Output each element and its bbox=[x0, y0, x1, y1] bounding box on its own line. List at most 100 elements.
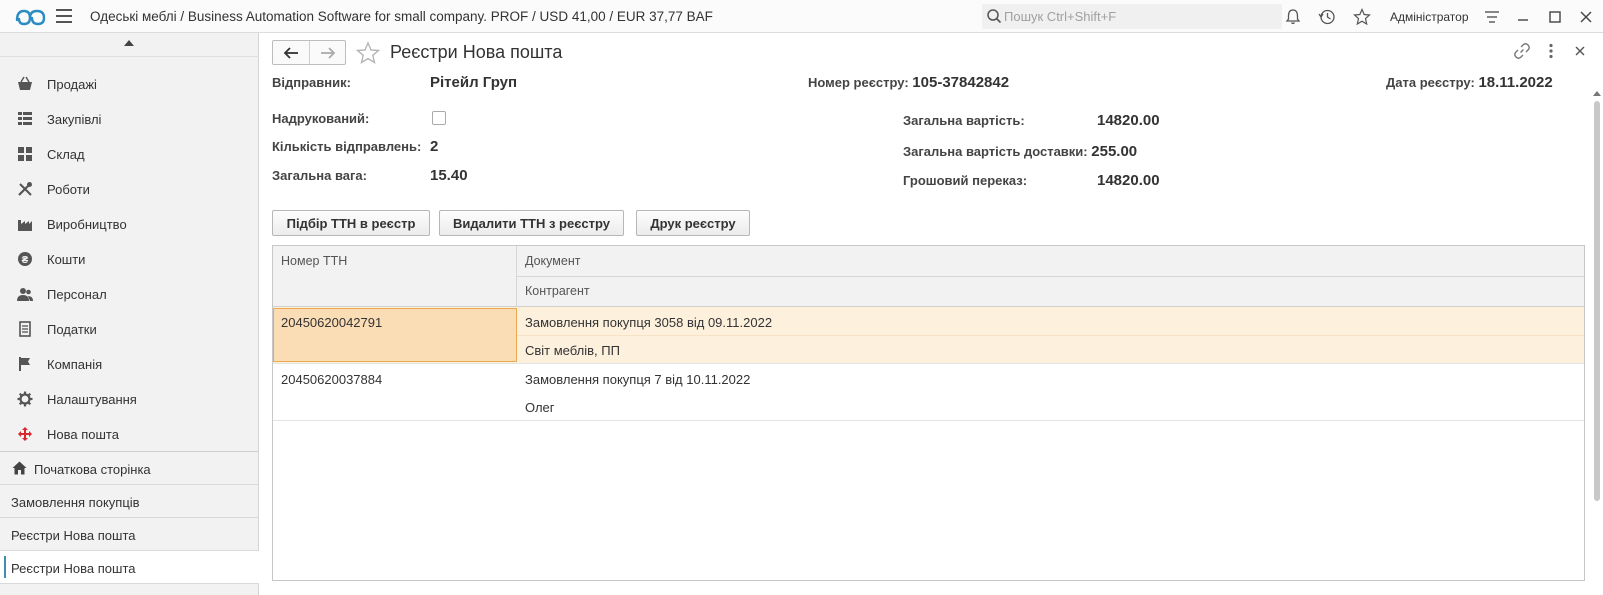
shipments-count-value: 2 bbox=[430, 138, 439, 155]
back-button[interactable] bbox=[273, 41, 309, 64]
current-user[interactable]: Адміністратор bbox=[1390, 10, 1469, 24]
total-cost-value-field: 14820.00 bbox=[1097, 112, 1160, 129]
open-window-customer-orders[interactable]: Замовлення покупців bbox=[0, 485, 259, 518]
home-icon bbox=[12, 461, 27, 475]
maximize-icon[interactable] bbox=[1546, 8, 1564, 26]
sidebar-item-taxes[interactable]: Податки bbox=[0, 312, 259, 347]
link-icon[interactable] bbox=[1513, 42, 1531, 60]
form-scrollbar[interactable] bbox=[1593, 91, 1601, 566]
registry-number-field: Номер реєстру: 105-37842842 bbox=[808, 74, 1009, 91]
printed-label: Надрукований: bbox=[272, 111, 370, 126]
open-window-registries[interactable]: Реєстри Нова пошта bbox=[0, 518, 259, 551]
page-title: Реєстри Нова пошта bbox=[390, 42, 563, 62]
search-box[interactable] bbox=[982, 4, 1282, 29]
delivery-cost-label: Загальна вартість доставки: bbox=[903, 144, 1088, 159]
table-row[interactable]: 20450620037884 Замовлення покупця 7 від … bbox=[273, 364, 1584, 421]
sidebar-item-label: Закупівлі bbox=[47, 112, 102, 127]
printed-checkbox[interactable] bbox=[432, 111, 446, 125]
registry-date-field: Дата реєстру: 18.11.2022 bbox=[1386, 74, 1553, 91]
open-window-registry-current[interactable]: Реєстри Нова пошта bbox=[0, 551, 259, 584]
bell-icon[interactable] bbox=[1284, 8, 1302, 26]
arrow-right-icon bbox=[320, 46, 335, 59]
close-form-icon[interactable] bbox=[1571, 42, 1589, 60]
minimize-icon[interactable] bbox=[1514, 8, 1532, 26]
pick-ttn-button[interactable]: Підбір ТТН в реєстр bbox=[272, 210, 430, 236]
sidebar-item-personnel[interactable]: Персонал bbox=[0, 277, 259, 312]
open-window-label: Реєстри Нова пошта bbox=[11, 528, 136, 543]
table-row[interactable]: 20450620042791 Замовлення покупця 3058 в… bbox=[273, 307, 1584, 364]
sidebar-item-label: Персонал bbox=[47, 287, 107, 302]
open-window-label: Реєстри Нова пошта bbox=[11, 561, 136, 576]
sidebar-item-label: Нова пошта bbox=[47, 427, 119, 442]
money-transfer-field: Грошовий переказ: bbox=[903, 173, 1027, 188]
printed-field: Надрукований: bbox=[272, 111, 369, 126]
column-header-document[interactable]: Документ bbox=[525, 254, 580, 268]
total-cost-value: 14820.00 bbox=[1097, 112, 1160, 129]
sidebar-item-label: Роботи bbox=[47, 182, 90, 197]
delivery-cost-field: Загальна вартість доставки: 255.00 bbox=[903, 143, 1137, 160]
total-cost-label: Загальна вартість: bbox=[903, 113, 1025, 128]
svg-text:₴: ₴ bbox=[22, 255, 29, 266]
scroll-up-icon[interactable] bbox=[1593, 91, 1601, 96]
print-registry-button[interactable]: Друк реєстру bbox=[636, 210, 750, 236]
sidebar-item-sales[interactable]: Продажі bbox=[0, 67, 259, 102]
total-weight-value-field: 15.40 bbox=[430, 167, 468, 184]
coins-icon: ₴ bbox=[18, 252, 32, 266]
arrow-left-icon bbox=[283, 46, 298, 59]
document-icon bbox=[19, 321, 31, 337]
people-icon bbox=[17, 288, 33, 301]
shipments-count-field: Кількість відправлень: bbox=[272, 139, 421, 154]
sender-value: Рітейл Груп bbox=[430, 74, 518, 91]
sidebar-item-nova-poshta[interactable]: Нова пошта bbox=[0, 417, 259, 452]
search-input[interactable] bbox=[1004, 4, 1274, 29]
column-header-counterparty[interactable]: Контрагент bbox=[525, 284, 590, 298]
sender-value-field[interactable]: Рітейл Груп bbox=[430, 74, 517, 91]
sidebar-item-settings[interactable]: Налаштування bbox=[0, 382, 259, 417]
money-transfer-value: 14820.00 bbox=[1097, 172, 1160, 189]
app-logo-icon[interactable] bbox=[14, 6, 46, 26]
total-weight-value: 15.40 bbox=[430, 167, 468, 184]
favorites-star-icon[interactable] bbox=[1353, 8, 1371, 26]
settings-lines-icon[interactable] bbox=[1483, 8, 1501, 26]
sender-label: Відправник: bbox=[272, 75, 351, 90]
registry-date-label: Дата реєстру: bbox=[1386, 75, 1475, 90]
sidebar-item-production[interactable]: Виробництво bbox=[0, 207, 259, 242]
document-cell: Замовлення покупця 3058 від 09.11.2022 bbox=[525, 315, 773, 330]
table-header: Номер ТТН Документ Контрагент bbox=[273, 246, 1584, 307]
app-title: Одеські меблі / Business Automation Soft… bbox=[90, 9, 713, 24]
search-icon bbox=[987, 9, 1002, 24]
history-icon[interactable] bbox=[1318, 8, 1336, 26]
delivery-cost-value: 255.00 bbox=[1091, 143, 1138, 160]
main-menu-icon[interactable] bbox=[56, 9, 72, 23]
sidebar-item-purchases[interactable]: Закупівлі bbox=[0, 102, 259, 137]
close-window-icon[interactable] bbox=[1577, 8, 1595, 26]
sidebar-item-works[interactable]: Роботи bbox=[0, 172, 259, 207]
registry-number-value: 105-37842842 bbox=[912, 74, 1010, 91]
total-cost-field: Загальна вартість: bbox=[903, 113, 1025, 128]
more-actions-icon[interactable] bbox=[1542, 42, 1560, 60]
delete-ttn-button[interactable]: Видалити ТТН з реєстру bbox=[439, 210, 624, 236]
history-nav bbox=[272, 40, 346, 65]
column-header-ttn[interactable]: Номер ТТН bbox=[281, 254, 347, 268]
sidebar-scroll-up[interactable] bbox=[0, 33, 259, 57]
nova-poshta-icon bbox=[18, 427, 32, 441]
sidebar-item-label: Податки bbox=[47, 322, 97, 337]
grid-icon bbox=[18, 147, 32, 161]
favorite-star-icon[interactable] bbox=[356, 41, 380, 65]
sidebar-item-warehouse[interactable]: Склад bbox=[0, 137, 259, 172]
total-weight-label: Загальна вага: bbox=[272, 168, 367, 183]
sidebar-item-label: Склад bbox=[47, 147, 85, 162]
ttn-number: 20450620042791 bbox=[281, 315, 383, 330]
sidebar-item-funds[interactable]: ₴ Кошти bbox=[0, 242, 259, 277]
open-window-home[interactable]: Початкова сторінка bbox=[0, 452, 259, 485]
sidebar-item-company[interactable]: Компанія bbox=[0, 347, 259, 382]
forward-button[interactable] bbox=[309, 41, 345, 64]
main-form: Реєстри Нова пошта Відправник: Рітейл Гр… bbox=[260, 33, 1603, 595]
cart-icon bbox=[18, 112, 32, 125]
scrollbar-thumb[interactable] bbox=[1594, 101, 1600, 501]
sender-field: Відправник: bbox=[272, 75, 351, 90]
sidebar-item-label: Налаштування bbox=[47, 392, 137, 407]
money-transfer-label: Грошовий переказ: bbox=[903, 173, 1028, 188]
sidebar: Продажі Закупівлі Склад Роботи Виробницт… bbox=[0, 33, 259, 595]
gear-icon bbox=[17, 391, 33, 407]
